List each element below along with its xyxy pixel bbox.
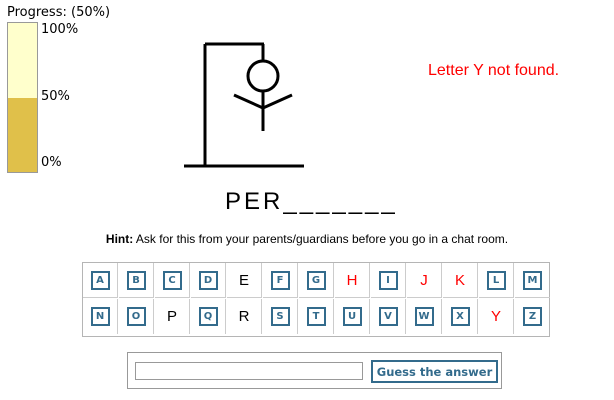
letter-button-w[interactable]: W (414, 307, 434, 326)
letter-button-z[interactable]: Z (523, 307, 542, 326)
letter-button-i[interactable]: I (378, 270, 398, 290)
keyboard-cell: D (191, 263, 226, 298)
letter-button-q[interactable]: Q (198, 307, 218, 326)
guessed-letter-h: H (346, 271, 358, 289)
keyboard-cell: N (83, 299, 118, 334)
keyboard-cell: K (443, 263, 478, 298)
progress-tick-50: 50% (41, 89, 70, 104)
keyboard-cell: I (371, 263, 406, 298)
keyboard-cell: C (155, 263, 190, 298)
letter-button-b[interactable]: B (126, 270, 146, 290)
keyboard-cell: W (407, 299, 442, 334)
progress-label: Progress: (50%) (7, 5, 111, 20)
progress-tick-100: 100% (41, 22, 79, 37)
keyboard-cell: Y (479, 299, 514, 334)
guessed-letter-r: R (238, 308, 250, 325)
hangman-gallows (184, 42, 304, 168)
hangman-head (246, 59, 280, 93)
hint-label: Hint: (105, 232, 134, 246)
letter-button-c[interactable]: C (162, 270, 182, 290)
keyboard-cell: Z (515, 299, 550, 334)
letter-button-x[interactable]: X (450, 307, 470, 326)
letter-keyboard: ABCD E FG H I J K LM NO P Q R STUVWX Y Z (82, 262, 550, 337)
guess-input[interactable] (135, 362, 363, 380)
keyboard-cell: M (515, 263, 550, 298)
letter-button-a[interactable]: A (90, 270, 110, 290)
letter-button-t[interactable]: T (306, 307, 326, 326)
keyboard-cell: F (263, 263, 298, 298)
keyboard-cell: U (335, 299, 370, 334)
guessed-letter-y: Y (490, 308, 501, 325)
keyboard-cell: S (263, 299, 298, 334)
letter-button-m[interactable]: M (523, 270, 542, 290)
keyboard-cell: L (479, 263, 514, 298)
keyboard-cell: Q (191, 299, 226, 334)
progress-tick-0: 0% (41, 155, 62, 170)
hint-text: Ask for this from your parents/guardians… (135, 232, 509, 246)
keyboard-cell: X (443, 299, 478, 334)
keyboard-cell: V (371, 299, 406, 334)
hangman-left-arm (233, 93, 264, 110)
guessed-letter-k: K (454, 271, 465, 289)
letter-button-s[interactable]: S (270, 307, 290, 326)
hint: Hint: Ask for this from your parents/gua… (0, 232, 614, 246)
keyboard-row: ABCD E FG H I J K LM (83, 263, 550, 299)
progress-fill (8, 97, 37, 172)
hangman-right-arm (262, 93, 293, 110)
letter-button-v[interactable]: V (378, 307, 398, 326)
status-message: Letter Y not found. (428, 62, 560, 79)
keyboard-cell: P (155, 299, 190, 334)
keyboard-cell: J (407, 263, 442, 298)
letter-button-d[interactable]: D (198, 270, 218, 290)
keyboard-cell: R (227, 299, 262, 334)
keyboard-cell: A (83, 263, 118, 298)
keyboard-cell: B (119, 263, 154, 298)
letter-button-g[interactable]: G (306, 270, 326, 290)
keyboard-cell: H (335, 263, 370, 298)
guessed-letter-p: P (166, 308, 177, 325)
keyboard-cell: G (299, 263, 334, 298)
letter-button-o[interactable]: O (126, 307, 146, 326)
guessed-letter-e: E (238, 271, 249, 289)
progress-bar (7, 22, 38, 173)
keyboard-cell: E (227, 263, 262, 298)
keyboard-cell: T (299, 299, 334, 334)
guess-answer-button[interactable]: Guess the answer (371, 360, 498, 383)
letter-button-u[interactable]: U (342, 307, 362, 326)
keyboard-row: NO P Q R STUVWX Y Z (83, 299, 549, 335)
guessed-letter-j: J (420, 271, 428, 289)
word-display: PER_______ (225, 188, 398, 215)
letter-button-l[interactable]: L (486, 270, 506, 290)
keyboard-cell: O (119, 299, 154, 334)
letter-button-n[interactable]: N (90, 307, 110, 326)
guess-form: Guess the answer (127, 352, 502, 389)
letter-button-f[interactable]: F (270, 270, 290, 290)
